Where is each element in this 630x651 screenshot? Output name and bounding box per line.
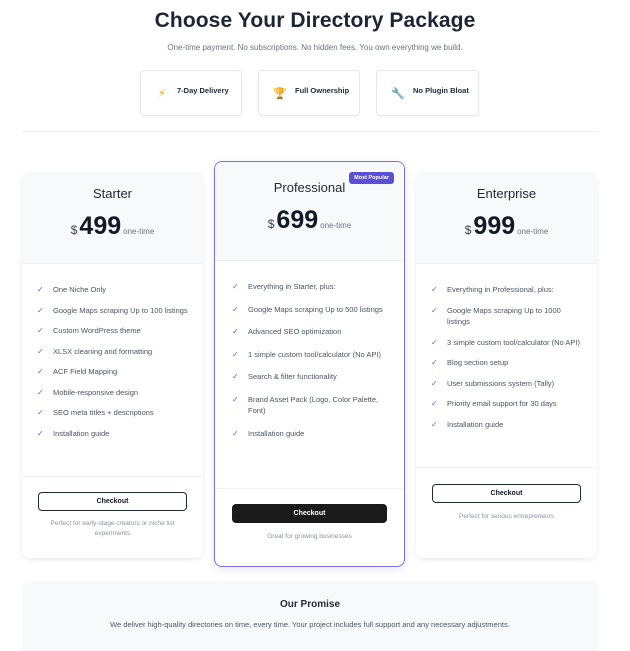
check-icon: ✓ bbox=[37, 408, 44, 417]
list-item: ✓ Installation guide bbox=[232, 428, 305, 438]
price-period: one-time bbox=[123, 227, 155, 236]
lightning-bolt-icon: ⚡ bbox=[158, 88, 166, 100]
check-icon: ✓ bbox=[431, 378, 438, 388]
check-icon: ✓ bbox=[37, 326, 44, 335]
page-title: Choose Your Directory Package bbox=[154, 9, 476, 32]
plan-name: Enterprise bbox=[476, 186, 537, 201]
price-amount: 999 bbox=[473, 212, 516, 240]
list-item: ✓ Everything in Starter, plus: bbox=[232, 282, 336, 291]
list-item: ✓ Blog section setup bbox=[431, 358, 509, 367]
list-item: ✓ SEO meta titles + descriptions bbox=[37, 408, 154, 417]
price-period: one-time bbox=[517, 227, 549, 236]
check-icon: ✓ bbox=[431, 399, 438, 408]
list-item: ✓ Brand Asset Pack (Logo, Color Palette, … bbox=[232, 394, 379, 416]
feature-delivery: ⚡ 7-Day Delivery bbox=[140, 70, 242, 116]
plan-feature-list: ✓ Everything in Starter, plus: ✓ Google Ma… bbox=[231, 281, 392, 439]
feature-label: 7-Day Delivery bbox=[177, 86, 229, 95]
list-item: ✓ Everything in Professional, plus: bbox=[431, 285, 554, 294]
list-item: ✓ Google Maps scraping Up to 100 listings bbox=[37, 305, 188, 315]
list-item: ✓ 3 simple custom tool/calculator (No API… bbox=[431, 337, 580, 347]
promise-text: We deliver high-quality directories on t… bbox=[110, 620, 510, 629]
check-icon: ✓ bbox=[431, 337, 438, 347]
price-amount: 699 bbox=[276, 206, 319, 234]
check-icon: ✓ bbox=[431, 305, 438, 315]
check-icon: ✓ bbox=[37, 305, 44, 315]
list-item: ✓ Priority email support for 30 days bbox=[431, 399, 557, 408]
list-item: ✓ ACF Field Mapping bbox=[37, 367, 118, 376]
plan-feature-list: ✓ Everything in Professional, plus: ✓ Goog… bbox=[430, 284, 585, 430]
check-icon: ✓ bbox=[37, 428, 44, 438]
page-subtitle: One-time payment. No subscriptions. No h… bbox=[167, 43, 463, 52]
price-currency: $ bbox=[70, 223, 78, 237]
wrench-icon: 🔧 bbox=[391, 88, 405, 100]
list-item: ✓ Installation guide bbox=[431, 419, 504, 429]
price-period: one-time bbox=[320, 221, 352, 230]
list-item: ✓ Installation guide bbox=[37, 428, 110, 438]
feature-ownership: 🏆 Full Ownership bbox=[258, 70, 360, 116]
plan-header: Enterprise $999 one-time bbox=[416, 172, 597, 264]
check-icon: ✓ bbox=[232, 394, 239, 404]
check-icon: ✓ bbox=[232, 349, 239, 359]
list-item: ✓ Google Maps scraping Up to 500 listings bbox=[232, 304, 383, 314]
check-icon: ✓ bbox=[37, 367, 44, 376]
plan-header: Starter $499 one-time bbox=[22, 172, 203, 264]
price-currency: $ bbox=[267, 217, 275, 231]
plan-note: Great for growing businesses bbox=[267, 533, 352, 540]
check-icon: ✓ bbox=[232, 304, 239, 314]
plan-name: Starter bbox=[92, 186, 132, 201]
card-divider bbox=[416, 467, 597, 468]
plan-price: $699 one-time bbox=[215, 206, 404, 235]
list-item: ✓ Mobile-responsive design bbox=[37, 387, 139, 397]
check-icon: ✓ bbox=[37, 285, 44, 294]
plan-card-enterprise: Enterprise $999 one-time ✓ Everything in P… bbox=[416, 172, 597, 558]
feature-highlights: ⚡ 7-Day Delivery 🏆 Full Ownership 🔧 No P… bbox=[140, 70, 480, 116]
card-divider bbox=[22, 476, 203, 477]
checkout-button-enterprise[interactable]: Checkout bbox=[432, 484, 581, 503]
check-icon: ✓ bbox=[431, 358, 438, 367]
check-icon: ✓ bbox=[232, 428, 239, 438]
check-icon: ✓ bbox=[232, 372, 239, 381]
plan-card-starter: Starter $499 one-time ✓ One Niche Only ✓ Go… bbox=[22, 172, 203, 558]
plan-feature-list: ✓ One Niche Only ✓ Google Maps scraping Up… bbox=[36, 284, 191, 439]
feature-label: Full Ownership bbox=[295, 86, 350, 95]
list-item: ✓ One Niche Only bbox=[37, 285, 106, 294]
list-item: ✓ Google Maps scraping Up to 1000 listing… bbox=[431, 305, 561, 327]
card-divider bbox=[215, 488, 404, 489]
check-icon: ✓ bbox=[37, 387, 44, 397]
plan-card-professional: Professional $699 one-time Most Popular ✓… bbox=[214, 161, 405, 567]
feature-label: No Plugin Bloat bbox=[413, 86, 469, 95]
checkout-button-starter[interactable]: Checkout bbox=[38, 492, 187, 511]
promise-title: Our Promise bbox=[279, 599, 341, 610]
list-item: ✓ Search & filter functionality bbox=[232, 372, 337, 381]
list-item: ✓ User submissions system (Tally) bbox=[431, 378, 555, 388]
check-icon: ✓ bbox=[232, 282, 239, 291]
check-icon: ✓ bbox=[431, 419, 438, 429]
check-icon: ✓ bbox=[37, 346, 44, 356]
trophy-icon: 🏆 bbox=[273, 88, 287, 100]
list-item: ✓ Advanced SEO optimization bbox=[232, 327, 342, 336]
section-divider bbox=[22, 131, 598, 132]
promise-section: Our Promise We deliver high-quality dire… bbox=[22, 581, 598, 651]
price-currency: $ bbox=[464, 223, 472, 237]
plan-note: Perfect for early-stage creators or nich… bbox=[50, 520, 175, 537]
check-icon: ✓ bbox=[232, 327, 239, 336]
plan-price: $999 one-time bbox=[416, 212, 597, 241]
check-icon: ✓ bbox=[431, 285, 438, 294]
list-item: ✓ Custom WordPress theme bbox=[37, 326, 141, 335]
feature-no-bloat: 🔧 No Plugin Bloat bbox=[376, 70, 479, 116]
list-item: ✓ XLSX cleaning and formatting bbox=[37, 346, 153, 356]
most-popular-badge: Most Popular bbox=[349, 172, 394, 184]
plan-price: $499 one-time bbox=[22, 212, 203, 241]
price-amount: 499 bbox=[79, 212, 122, 240]
checkout-button-professional[interactable]: Checkout bbox=[232, 504, 387, 523]
plan-note: Perfect for serious entrepreneurs bbox=[458, 513, 555, 520]
list-item: ✓ 1 simple custom tool/calculator (No API… bbox=[232, 349, 381, 359]
